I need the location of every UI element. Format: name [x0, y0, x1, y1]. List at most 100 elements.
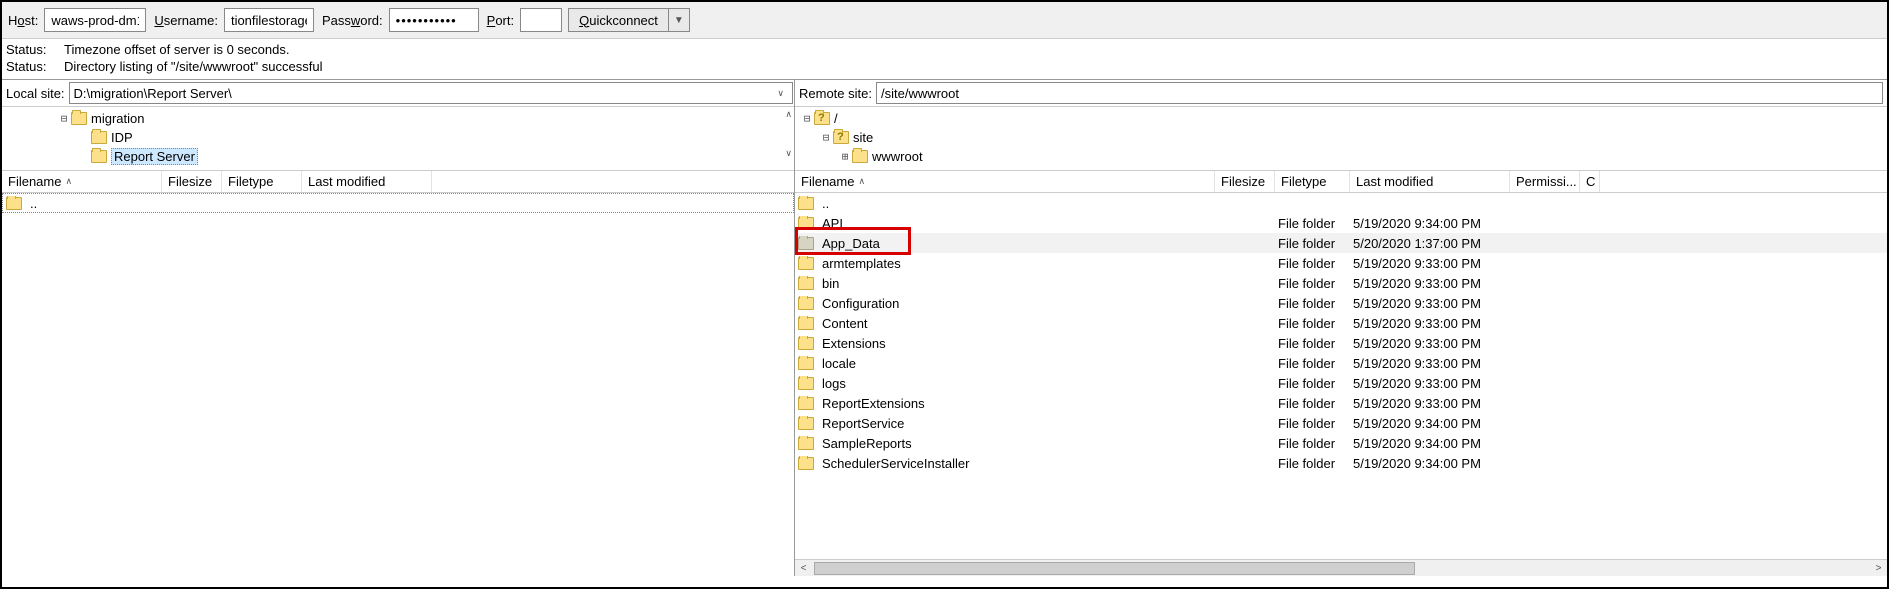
local-panel: Local site: ∨ ∧ ∨ ⊟migrationIDPReport Ser…: [2, 80, 795, 576]
host-input[interactable]: [44, 8, 146, 32]
local-list-header[interactable]: Filename∧ Filesize Filetype Last modifie…: [2, 171, 794, 193]
list-item[interactable]: API File folder5/19/2020 9:34:00 PM: [795, 213, 1887, 233]
file-type: File folder: [1278, 236, 1353, 251]
remote-tree[interactable]: ⊟/⊟site⊞wwwroot: [795, 107, 1887, 171]
file-name: Configuration: [822, 296, 899, 311]
list-item[interactable]: ReportExtensions File folder5/19/2020 9:3…: [795, 393, 1887, 413]
file-type: File folder: [1278, 396, 1353, 411]
tree-label: /: [834, 111, 838, 126]
list-item[interactable]: binFile folder5/19/2020 9:33:00 PM: [795, 273, 1887, 293]
scroll-up-icon[interactable]: ∧: [785, 109, 792, 120]
tree-item[interactable]: IDP: [2, 128, 794, 147]
remote-panel: Remote site: ⊟/⊟site⊞wwwroot Filename∧ F…: [795, 80, 1887, 576]
file-name: ReportExtensions: [822, 396, 925, 411]
tree-item[interactable]: Report Server: [2, 147, 794, 166]
horizontal-scrollbar[interactable]: < >: [795, 559, 1887, 576]
local-site-label: Local site:: [6, 86, 65, 101]
file-name: locale: [822, 356, 856, 371]
file-name: armtemplates: [822, 256, 901, 271]
list-item[interactable]: SchedulerServiceInstallerFile folder5/19…: [795, 453, 1887, 473]
folder-icon: [798, 357, 814, 370]
folder-icon: [798, 457, 814, 470]
list-item[interactable]: logs File folder5/19/2020 9:33:00 PM: [795, 373, 1887, 393]
list-item[interactable]: ConfigurationFile folder5/19/2020 9:33:0…: [795, 293, 1887, 313]
folder-icon: [798, 397, 814, 410]
file-modified: 5/19/2020 9:34:00 PM: [1353, 456, 1513, 471]
tree-twisty-icon[interactable]: ⊟: [57, 112, 71, 125]
quickconnect-dropdown[interactable]: ▼: [669, 8, 690, 32]
file-type: File folder: [1278, 376, 1353, 391]
file-name: App_Data: [822, 236, 880, 251]
password-input[interactable]: [389, 8, 479, 32]
file-modified: 5/19/2020 9:33:00 PM: [1353, 376, 1513, 391]
host-label: Host:: [8, 13, 38, 28]
folder-icon: [798, 277, 814, 290]
list-item[interactable]: SampleReportsFile folder5/19/2020 9:34:0…: [795, 433, 1887, 453]
username-input[interactable]: [224, 8, 314, 32]
file-type: File folder: [1278, 316, 1353, 331]
folder-icon: [798, 317, 814, 330]
folder-icon: [798, 257, 814, 270]
list-item[interactable]: ..: [2, 193, 794, 213]
tree-item[interactable]: ⊟/: [795, 109, 1887, 128]
folder-icon: [798, 297, 814, 310]
tree-label: site: [853, 130, 873, 145]
scrollbar-thumb[interactable]: [814, 562, 1415, 575]
port-label: Port:: [487, 13, 514, 28]
file-modified: 5/19/2020 9:34:00 PM: [1353, 436, 1513, 451]
file-type: File folder: [1278, 216, 1353, 231]
remote-path-input[interactable]: [876, 82, 1883, 104]
port-input[interactable]: [520, 8, 562, 32]
list-item[interactable]: armtemplates File folder5/19/2020 9:33:00…: [795, 253, 1887, 273]
folder-icon: [833, 131, 849, 144]
scroll-left-icon[interactable]: <: [795, 563, 812, 574]
chevron-down-icon[interactable]: ∨: [777, 88, 790, 99]
log-message: Directory listing of "/site/wwwroot" suc…: [64, 58, 322, 75]
file-name: Extensions: [822, 336, 886, 351]
file-name: API: [822, 216, 843, 231]
file-modified: 5/19/2020 9:34:00 PM: [1353, 216, 1513, 231]
local-tree[interactable]: ∧ ∨ ⊟migrationIDPReport Server: [2, 107, 794, 171]
scroll-right-icon[interactable]: >: [1870, 563, 1887, 574]
list-item[interactable]: ReportServiceFile folder5/19/2020 9:34:0…: [795, 413, 1887, 433]
folder-icon: [91, 131, 107, 144]
file-type: File folder: [1278, 436, 1353, 451]
folder-icon: [798, 197, 814, 210]
tree-twisty-icon[interactable]: ⊞: [838, 150, 852, 163]
remote-file-list[interactable]: Filename∧ Filesize Filetype Last modifie…: [795, 171, 1887, 576]
tree-item[interactable]: ⊟ site: [795, 128, 1887, 147]
log-label: Status:: [6, 58, 48, 75]
remote-list-header[interactable]: Filename∧ Filesize Filetype Last modifie…: [795, 171, 1887, 193]
folder-icon: [798, 237, 814, 250]
sort-asc-icon: ∧: [65, 176, 72, 187]
tree-item[interactable]: ⊟migration: [2, 109, 794, 128]
list-item[interactable]: ..: [795, 193, 1887, 213]
quickconnect-button[interactable]: Quickconnect: [568, 8, 669, 32]
file-type: File folder: [1278, 336, 1353, 351]
list-item[interactable]: ContentFile folder5/19/2020 9:33:00 PM: [795, 313, 1887, 333]
tree-twisty-icon[interactable]: ⊟: [819, 131, 833, 144]
tree-label: Report Server: [111, 148, 198, 165]
log-message: Timezone offset of server is 0 seconds.: [64, 41, 289, 58]
local-file-list[interactable]: Filename∧ Filesize Filetype Last modifie…: [2, 171, 794, 576]
file-modified: 5/19/2020 9:33:00 PM: [1353, 396, 1513, 411]
password-label: Password:: [322, 13, 383, 28]
folder-icon: [814, 112, 830, 125]
message-log: Status: Timezone offset of server is 0 se…: [2, 39, 1887, 80]
username-label: Username:: [154, 13, 218, 28]
tree-twisty-icon[interactable]: ⊟: [800, 112, 814, 125]
file-name: logs: [822, 376, 846, 391]
list-item[interactable]: App_DataFile folder5/20/2020 1:37:00 PM: [795, 233, 1887, 253]
list-item[interactable]: localeFile folder5/19/2020 9:33:00 PM: [795, 353, 1887, 373]
file-modified: 5/19/2020 9:33:00 PM: [1353, 256, 1513, 271]
folder-icon: [798, 417, 814, 430]
file-type: File folder: [1278, 456, 1353, 471]
list-item[interactable]: ExtensionsFile folder5/19/2020 9:33:00 P…: [795, 333, 1887, 353]
tree-item[interactable]: ⊞wwwroot: [795, 147, 1887, 166]
scroll-down-icon[interactable]: ∨: [785, 148, 792, 159]
file-name: ..: [822, 196, 829, 211]
file-type: File folder: [1278, 256, 1353, 271]
file-name: Content: [822, 316, 868, 331]
local-path-input[interactable]: [69, 82, 794, 104]
folder-icon: [798, 377, 814, 390]
